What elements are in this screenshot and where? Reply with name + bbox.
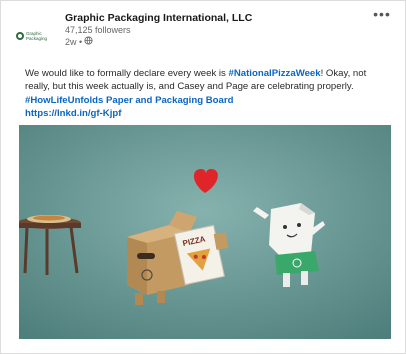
post-link[interactable]: https://lnkd.in/gf-Kjpf (25, 108, 121, 119)
post-card: Graphic Packaging Graphic Packaging Inte… (0, 0, 406, 354)
post-image-illustration: PIZZA (19, 125, 391, 339)
globe-icon (84, 36, 93, 48)
hashtag-national-pizza-week[interactable]: #NationalPizzaWeek (229, 68, 321, 79)
hashtag-how-life-unfolds[interactable]: #HowLifeUnfolds Paper and Packaging Boar… (25, 95, 233, 106)
follower-count: 47,125 followers (65, 25, 131, 35)
post-meta: 2w • (65, 36, 252, 48)
company-name[interactable]: Graphic Packaging International, LLC (65, 11, 252, 25)
post-header: Graphic Packaging Graphic Packaging Inte… (13, 7, 395, 59)
svg-text:Packaging: Packaging (26, 36, 48, 41)
post-age: 2w • (65, 36, 83, 47)
more-options-icon[interactable]: ••• (371, 7, 393, 25)
company-info: Graphic Packaging International, LLC 47,… (65, 11, 252, 48)
post-body-prefix: We would like to formally declare every … (25, 68, 229, 79)
post-text: We would like to formally declare every … (25, 67, 389, 120)
company-logo[interactable]: Graphic Packaging (15, 25, 49, 47)
post-image[interactable]: PIZZA (19, 125, 391, 339)
